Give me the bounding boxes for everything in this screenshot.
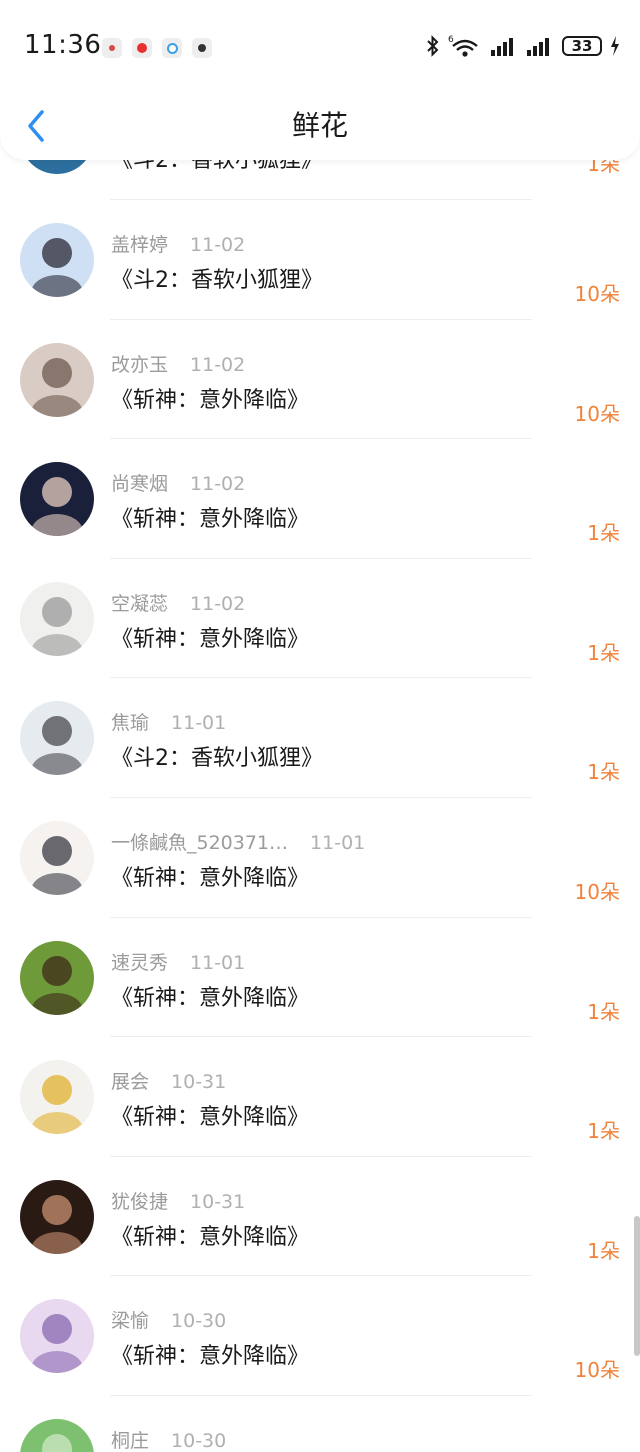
flower-quantity: 1朵 [587, 1119, 620, 1144]
gift-date: 11-02 [190, 234, 246, 256]
sender-name[interactable]: 焦瑜 [111, 712, 149, 734]
list-item[interactable]: 速灵秀 11-01 《斩神：意外降临》 1朵 [0, 918, 640, 1038]
sender-name[interactable]: 盖梓婷 [111, 234, 168, 256]
status-time: 11:36 [24, 30, 102, 60]
sender-info: 桐庄 10-30 [111, 1426, 226, 1452]
flower-gift-list: 《斗2：香软小狐狸》 1朵 盖梓婷 11-02 《斗2：香软小狐狸》 10朵 改亦玉 11… [0, 100, 640, 1452]
app-notification-icon [102, 38, 122, 58]
sender-info: 空凝蕊 11-02 [111, 589, 245, 616]
book-title: 《斩神：意外降临》 [111, 865, 310, 891]
app-notification-icon [192, 38, 212, 58]
sender-name[interactable]: 尚寒烟 [111, 473, 168, 495]
list-item[interactable]: 空凝蕊 11-02 《斩神：意外降临》 1朵 [0, 559, 640, 679]
gift-date: 11-02 [190, 592, 246, 615]
avatar[interactable] [20, 820, 94, 895]
avatar[interactable] [20, 462, 94, 537]
avatar[interactable] [20, 223, 94, 297]
sender-info: 盖梓婷 11-02 [111, 230, 245, 257]
avatar[interactable] [20, 581, 94, 656]
list-item[interactable]: 犹俊捷 10-31 《斩神：意外降临》 1朵 [0, 1157, 640, 1277]
sender-name[interactable]: 梁愉 [111, 1310, 149, 1332]
app-notification-icon [162, 38, 182, 58]
list-item[interactable]: 一條鹹魚_520371… 11-01 《斩神：意外降临》 10朵 [0, 798, 640, 918]
avatar[interactable] [20, 1060, 94, 1135]
notification-icons [102, 38, 212, 58]
status-right: 6 33 [426, 34, 620, 58]
avatar[interactable] [20, 1418, 94, 1452]
sender-name[interactable]: 一條鹹魚_520371… [111, 832, 288, 854]
svg-text:6: 6 [448, 35, 454, 45]
battery-icon: 33 [562, 36, 602, 56]
gift-date: 11-01 [171, 712, 227, 735]
sender-info: 一條鹹魚_520371… 11-01 [111, 828, 365, 855]
list-item[interactable]: 梁愉 10-30 《斩神：意外降临》 10朵 [0, 1276, 640, 1396]
flower-quantity: 1朵 [587, 640, 620, 665]
sender-name[interactable]: 展会 [111, 1071, 149, 1093]
list-item[interactable]: 展会 10-31 《斩神：意外降临》 1朵 [0, 1037, 640, 1157]
gift-date: 11-02 [190, 353, 246, 376]
book-title: 《斩神：意外降临》 [111, 507, 310, 533]
sender-info: 焦瑜 11-01 [111, 708, 226, 735]
avatar[interactable] [20, 342, 94, 417]
avatar[interactable] [20, 1179, 94, 1254]
status-bar: 11:36 6 33 [0, 0, 640, 96]
flower-quantity: 10朵 [574, 282, 620, 306]
gift-date: 10-31 [190, 1190, 246, 1213]
sender-name[interactable]: 速灵秀 [111, 952, 168, 974]
list-item[interactable]: 盖梓婷 11-02 《斗2：香软小狐狸》 10朵 [0, 200, 640, 320]
header: 11:36 6 33 鲜花 [0, 0, 640, 160]
gift-date: 10-30 [171, 1310, 227, 1333]
book-title: 《斩神：意外降临》 [111, 1224, 310, 1250]
book-title: 《斩神：意外降临》 [111, 985, 310, 1011]
book-title: 《斗2：香软小狐狸》 [111, 746, 323, 772]
wifi-icon: 6 [448, 35, 478, 57]
sender-name[interactable]: 桐庄 [111, 1430, 149, 1452]
list-item[interactable]: 改亦玉 11-02 《斩神：意外降临》 10朵 [0, 320, 640, 440]
gift-date: 11-02 [190, 473, 246, 496]
sender-info: 梁愉 10-30 [111, 1306, 226, 1333]
flower-quantity: 10朵 [574, 401, 620, 426]
sender-name[interactable]: 改亦玉 [111, 354, 168, 376]
avatar[interactable] [20, 701, 94, 776]
avatar[interactable] [20, 940, 94, 1015]
sender-info: 犹俊捷 10-31 [111, 1187, 245, 1214]
battery-level: 33 [571, 36, 593, 55]
sender-info: 展会 10-31 [111, 1067, 226, 1094]
flower-quantity: 1朵 [587, 1238, 620, 1263]
sender-info: 尚寒烟 11-02 [111, 469, 245, 496]
book-title: 《斩神：意外降临》 [111, 1344, 310, 1370]
flower-quantity: 1朵 [587, 521, 620, 546]
flower-quantity: 1朵 [587, 760, 620, 785]
sender-info: 速灵秀 11-01 [111, 948, 245, 975]
signal-icon [527, 38, 549, 56]
page-title: 鲜花 [291, 109, 348, 142]
charging-icon [611, 36, 619, 56]
gift-date: 11-01 [310, 831, 366, 854]
book-title: 《斩神：意外降临》 [111, 1105, 310, 1131]
gift-date: 10-30 [171, 1429, 227, 1452]
sender-name[interactable]: 空凝蕊 [111, 593, 168, 615]
bluetooth-icon [427, 35, 439, 57]
list-item[interactable]: 尚寒烟 11-02 《斩神：意外降临》 1朵 [0, 439, 640, 559]
book-title: 《斩神：意外降临》 [111, 387, 310, 413]
book-title: 《斩神：意外降临》 [111, 626, 310, 652]
flowers-page: 11:36 6 33 鲜花 《斗2：香软小狐狸》 1朵 盖梓婷 11-02 《斗… [0, 0, 640, 1452]
gift-date: 10-31 [171, 1071, 227, 1094]
sender-info: 改亦玉 11-02 [111, 350, 245, 377]
list-item[interactable]: 焦瑜 11-01 《斗2：香软小狐狸》 1朵 [0, 678, 640, 798]
list-item[interactable]: 桐庄 10-30 [0, 1396, 640, 1452]
flower-quantity: 10朵 [574, 1358, 620, 1383]
flower-quantity: 10朵 [574, 879, 620, 904]
scrollbar[interactable] [634, 1216, 640, 1356]
gift-date: 11-01 [190, 951, 246, 974]
avatar[interactable] [20, 1299, 94, 1374]
book-title: 《斗2：香软小狐狸》 [111, 268, 323, 293]
title-bar: 鲜花 [0, 96, 640, 156]
app-notification-icon [132, 38, 152, 58]
signal-icon [491, 38, 513, 56]
sender-name[interactable]: 犹俊捷 [111, 1191, 168, 1213]
flower-quantity: 1朵 [587, 999, 620, 1024]
rows-container: 盖梓婷 11-02 《斗2：香软小狐狸》 10朵 改亦玉 11-02 《斩神：意外降临》 10… [0, 200, 640, 1452]
